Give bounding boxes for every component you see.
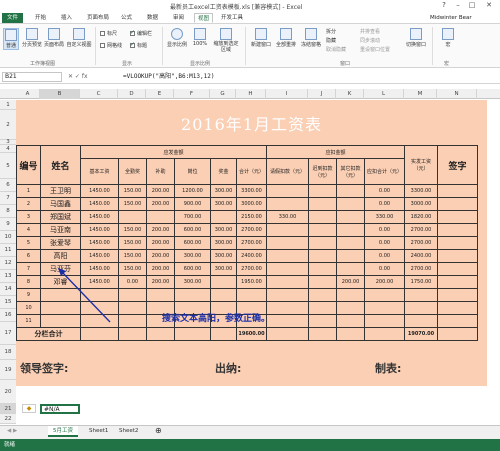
status-bar: 就绪 (0, 439, 500, 451)
sheet-tab[interactable]: Sheet2 (114, 426, 143, 437)
annotation-text: 搜索文本高阳，参数正确。 (162, 314, 271, 324)
add-sheet-icon[interactable]: ⊕ (150, 426, 167, 437)
sheet-tab[interactable]: 5月工资 (48, 426, 78, 437)
sheet-tab[interactable]: Sheet1 (84, 426, 113, 437)
annotation-arrow (58, 268, 111, 323)
tab-prev-icon[interactable]: ◀ ▶ (2, 426, 22, 437)
